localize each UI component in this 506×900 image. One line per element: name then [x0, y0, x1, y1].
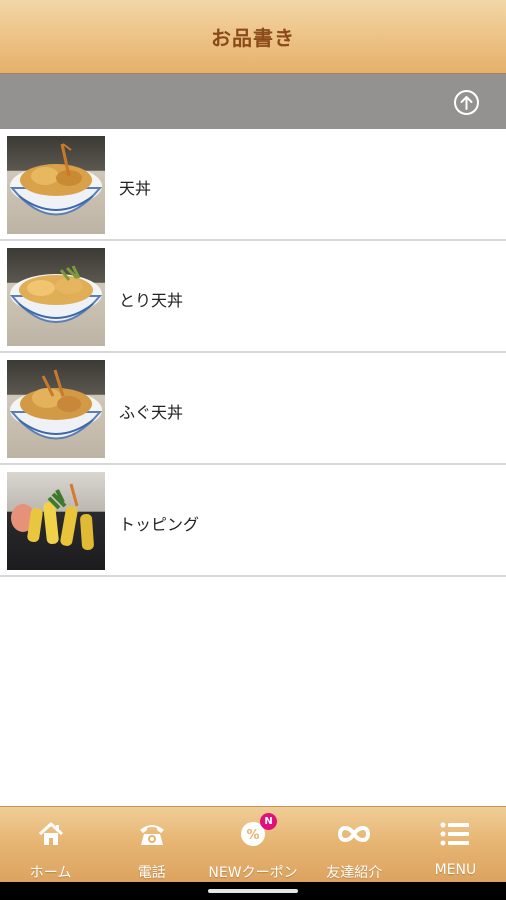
app-header: お品書き	[0, 0, 506, 74]
nav-label: NEWクーポン	[208, 865, 298, 881]
svg-text:%: %	[246, 828, 259, 843]
fugu-tendon-photo	[7, 360, 105, 458]
nav-phone[interactable]: 電話	[101, 807, 202, 882]
scroll-top-button[interactable]	[454, 90, 479, 115]
menu-item-label: とり天丼	[119, 291, 184, 310]
nav-label: 友達紹介	[326, 865, 383, 881]
nav-home[interactable]: ホーム	[0, 807, 101, 882]
nav-label: ホーム	[29, 865, 72, 881]
tori-tendon-photo	[7, 248, 105, 346]
menu-item-label: ふぐ天丼	[119, 403, 184, 422]
new-badge: N	[260, 813, 277, 830]
topping-tempura-photo	[7, 472, 105, 570]
nav-label: MENU	[434, 862, 477, 878]
list-item[interactable]: 天丼	[0, 129, 506, 241]
list-item[interactable]: とり天丼	[0, 241, 506, 353]
nav-menu[interactable]: MENU	[405, 807, 506, 882]
menu-list-icon	[440, 819, 470, 849]
nav-coupon[interactable]: % N NEWクーポン	[202, 807, 303, 882]
menu-list: 天丼 とり天丼 ふぐ天丼 トッピング	[0, 129, 506, 577]
menu-item-label: トッピング	[119, 515, 200, 534]
home-indicator[interactable]	[208, 889, 298, 893]
infinity-icon	[337, 819, 371, 849]
coupon-icon: % N	[239, 813, 277, 849]
list-item[interactable]: ふぐ天丼	[0, 353, 506, 465]
sub-toolbar	[0, 74, 506, 129]
menu-item-label: 天丼	[119, 179, 152, 198]
nav-label: 電話	[137, 865, 166, 881]
list-item[interactable]: トッピング	[0, 465, 506, 577]
nav-friend-referral[interactable]: 友達紹介	[304, 807, 405, 882]
page-title: お品書き	[211, 26, 295, 50]
system-navigation-bar	[0, 882, 506, 900]
tendon-photo	[7, 136, 105, 234]
bottom-navigation: ホーム 電話 % N NEWクーポン 友達紹介 MENU	[0, 806, 506, 882]
phone-icon	[137, 819, 167, 849]
arrow-up-circle-icon	[460, 96, 473, 110]
home-icon	[37, 819, 65, 849]
